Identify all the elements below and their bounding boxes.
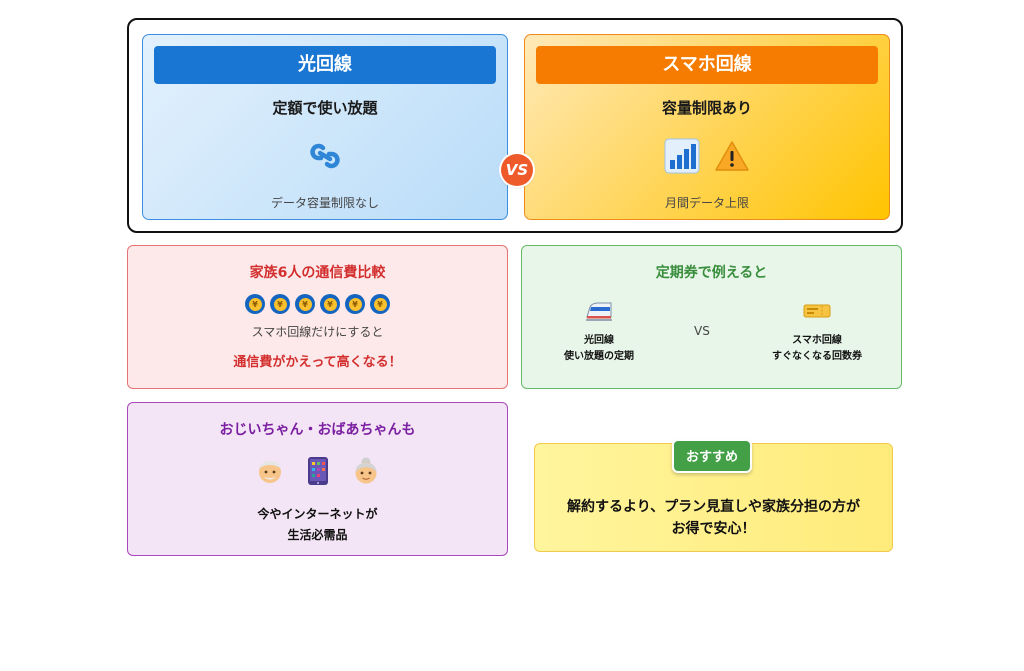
coin-icon: ¥ [370,294,390,314]
mobile-card-subtitle: 容量制限あり [661,99,752,117]
pass-vs-label: VS [694,324,710,338]
pass-left-line1: 光回線 [584,335,614,346]
coin-icon: ¥ [245,294,265,314]
vs-badge: VS [501,154,533,186]
warning-icon [714,140,750,176]
family-cost-box: 家族6人の通信費比較 ¥ ¥ ¥ ¥ ¥ ¥ スマホ回線だけにすると 通信費がか… [127,245,508,389]
coin-icon: ¥ [295,294,315,314]
family-cost-title: 家族6人の通信費比較 [249,265,386,281]
fiber-card-note: データ容量制限なし [270,196,379,210]
pass-left-line2: 使い放題の定期 [564,351,634,362]
fiber-card-subtitle: 定額で使い放題 [272,99,378,117]
pass-right-line2: すぐなくなる回数券 [772,351,862,362]
fiber-card: 光回線 定額で使い放題 データ容量制限なし [142,34,508,220]
recommendation-badge: おすすめ [672,439,752,473]
plan-comparison-panel: 光回線 定額で使い放題 データ容量制限なし VS スマホ回線 容量制限あり 月間… [127,18,903,233]
bar-chart-icon [664,138,700,178]
grandmother-icon [351,456,381,490]
pass-right-line1: スマホ回線 [792,335,842,346]
link-icon [308,139,342,177]
mobile-card-note: 月間データ上限 [664,196,749,210]
coin-icon: ¥ [270,294,290,314]
train-icon [584,299,614,327]
coin-icon: ¥ [345,294,365,314]
grandparents-title: おじいちゃん・おばあちゃんも [219,422,416,438]
tablet-icon [307,456,329,490]
family-cost-text: スマホ回線だけにすると [251,325,384,339]
grandparents-line1: 今やインターネットが [257,507,378,521]
ticket-icon [803,302,831,324]
coin-icon: ¥ [320,294,340,314]
recommendation-line1: 解約するより、プラン見直しや家族分担の方が [566,499,861,515]
fiber-card-title: 光回線 [154,46,496,84]
pass-analogy-title: 定期券で例えると [655,265,768,281]
coin-row: ¥ ¥ ¥ ¥ ¥ ¥ [128,294,507,314]
grandfather-icon [255,456,285,490]
grandparents-line2: 生活必需品 [287,528,348,542]
recommendation-line2: お得で安心！ [671,521,756,537]
pass-analogy-box: 定期券で例えると 光回線 使い放題の定期 VS スマホ回線 すぐなくなる回数券 [521,245,902,389]
family-cost-warning: 通信費がかえって高くなる！ [233,355,402,370]
grandparents-box: おじいちゃん・おばあちゃんも 今やインターネットが 生活必需品 [127,402,508,556]
mobile-card: スマホ回線 容量制限あり 月間データ上限 [524,34,890,220]
mobile-card-title: スマホ回線 [536,46,878,84]
